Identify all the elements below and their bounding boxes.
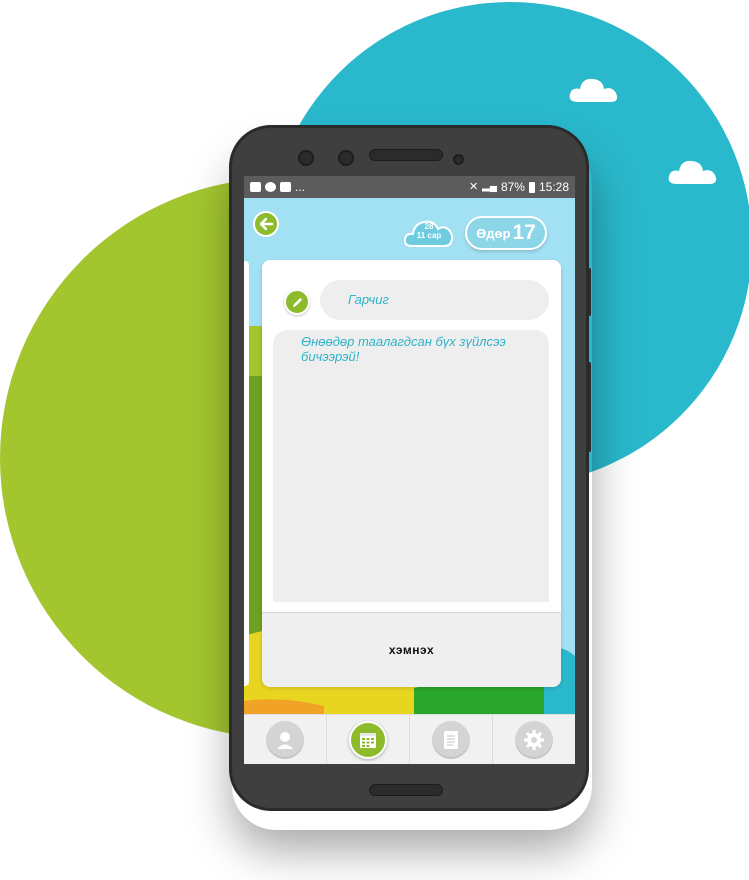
calendar-icon (360, 733, 376, 748)
mute-icon: ✕ (468, 181, 479, 193)
title-input[interactable]: Гарчиг (320, 280, 549, 320)
diary-entry-card: Гарчиг Өнөөдөр таалагдсан бүх зүйлсээ би… (262, 260, 561, 687)
front-sensor (338, 150, 354, 166)
previous-card-edge (244, 261, 249, 686)
notes-icon (444, 731, 458, 749)
clock: 15:28 (538, 180, 569, 194)
settings-icon (524, 730, 544, 750)
image-notification-icon (250, 182, 261, 192)
nav-item-settings[interactable] (493, 715, 575, 764)
date-month: 11 сар (416, 231, 442, 240)
day-label: Өдөр (476, 225, 511, 241)
app-screen: ... ✕ ▂▄ 87% 15:28 28 11 сар Өдөр 17 Гар… (244, 176, 575, 764)
power-button (587, 362, 591, 452)
bottom-navigation (244, 714, 575, 764)
profile-icon (277, 732, 293, 749)
app-notification-icon (265, 182, 276, 192)
arrow-left-icon (259, 217, 274, 231)
volume-button (587, 268, 591, 316)
pencil-icon (292, 297, 302, 307)
day-counter: Өдөр 17 (465, 216, 547, 250)
earpiece-speaker (369, 149, 443, 161)
front-camera (298, 150, 314, 166)
battery-icon (528, 181, 535, 193)
date-badge[interactable]: 28 11 сар (404, 222, 454, 240)
battery-percent: 87% (500, 180, 525, 194)
day-number: 17 (512, 221, 536, 244)
nav-item-notes[interactable] (410, 715, 493, 764)
cloud-icon (668, 160, 717, 184)
proximity-sensor (453, 154, 464, 165)
save-button[interactable]: хэмнэх (262, 612, 561, 687)
nav-item-profile[interactable] (244, 715, 327, 764)
signal-icon: ▂▄ (482, 181, 497, 192)
edit-button[interactable] (284, 289, 310, 315)
date-day: 28 (424, 222, 434, 231)
bottom-speaker (369, 784, 443, 796)
cloud-icon (569, 78, 618, 102)
status-bar: ... ✕ ▂▄ 87% 15:28 (244, 176, 575, 198)
nav-item-calendar[interactable] (327, 715, 410, 764)
body-textarea[interactable]: Өнөөдөр таалагдсан бүх зүйлсээ бичээрэй! (273, 330, 549, 602)
mail-notification-icon (280, 182, 291, 192)
back-button[interactable] (253, 211, 279, 237)
more-notifications: ... (295, 180, 306, 194)
